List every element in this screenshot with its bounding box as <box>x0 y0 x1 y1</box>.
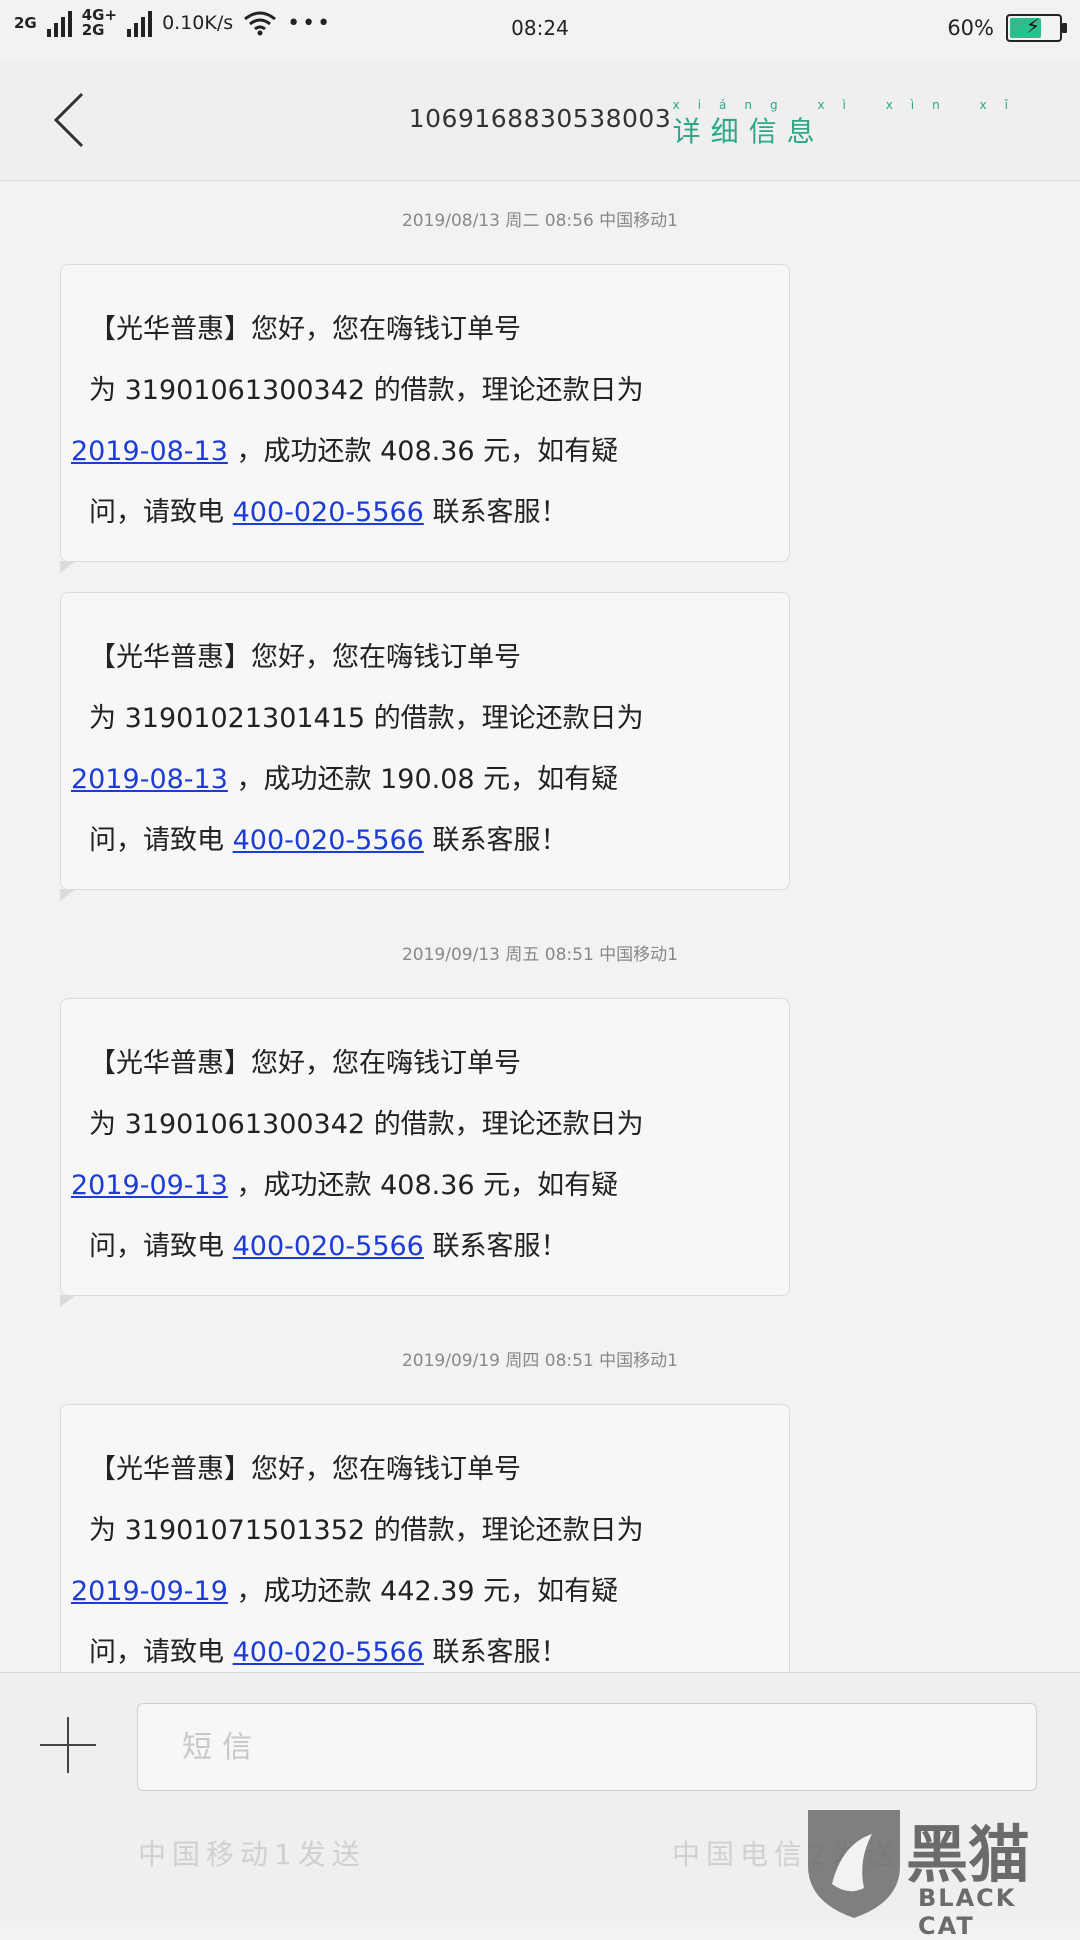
send-sim1-button[interactable]: 中国移动1发送 <box>138 1833 366 1873</box>
date-link[interactable]: 2019-09-13 <box>71 1170 228 1201</box>
status-bar: 2G 4G+ 2G 0.10K/s ••• 08:24 60% ⚡ <box>0 0 1080 58</box>
message-text: 为 <box>89 1109 116 1140</box>
message-timestamp: 2019/09/19 周四 08:51 中国移动1 <box>401 1351 678 1371</box>
message-text: 问，请致电 <box>89 825 224 856</box>
message-timestamp: 2019/08/13 周二 08:56 中国移动1 <box>401 211 678 231</box>
message-text: 问，请致电 <box>89 497 224 528</box>
message-line: 为 31901061300342 的借款，理论还款日为 <box>89 1094 789 1155</box>
message-text: ，成功还款 408.36 元，如有疑 <box>236 436 619 467</box>
message-line: 问，请致电 400-020-5566 联系客服！ <box>89 482 789 543</box>
message-text: ，成功还款 442.39 元，如有疑 <box>236 1576 619 1607</box>
phone-link[interactable]: 400-020-5566 <box>233 1637 424 1668</box>
message-line: 为 31901061300342 的借款，理论还款日为 <box>89 360 789 421</box>
message-line: 【光华普惠】您好，您在嗨钱订单号 <box>89 1454 521 1485</box>
phone-link[interactable]: 400-020-5566 <box>233 825 424 856</box>
message-bubble[interactable]: 【光华普惠】您好，您在嗨钱订单号 为 31901061300342 的借款，理论… <box>60 264 790 573</box>
date-link[interactable]: 2019-08-13 <box>71 436 228 467</box>
message-bubble[interactable]: 【光华普惠】您好，您在嗨钱订单号 为 31901021301415 的借款，理论… <box>60 592 790 901</box>
sms-input[interactable]: 短信 <box>137 1703 1037 1791</box>
message-text: 为 <box>89 1515 116 1546</box>
date-link[interactable]: 2019-08-13 <box>71 764 228 795</box>
message-text: 联系客服！ <box>432 825 568 856</box>
watermark-cn: 黑猫 <box>906 1818 1031 1891</box>
add-attachment-icon[interactable] <box>40 1717 96 1773</box>
message-line: 为 31901021301415 的借款，理论还款日为 <box>89 688 789 749</box>
sms-placeholder: 短信 <box>182 1730 262 1765</box>
message-line: 问，请致电 400-020-5566 联系客服！ <box>89 1216 789 1277</box>
message-line: 2019-09-19 ，成功还款 442.39 元，如有疑 <box>71 1561 789 1622</box>
message-bubble[interactable]: 【光华普惠】您好，您在嗨钱订单号 为 31901061300342 的借款，理论… <box>60 998 790 1307</box>
message-text: 联系客服！ <box>432 1637 568 1668</box>
message-text: 问，请致电 <box>89 1637 224 1668</box>
message-line: 2019-09-13 ，成功还款 408.36 元，如有疑 <box>71 1155 789 1216</box>
date-link[interactable]: 2019-09-19 <box>71 1576 228 1607</box>
message-line: 【光华普惠】您好，您在嗨钱订单号 <box>89 1048 521 1079</box>
message-text: ，成功还款 408.36 元，如有疑 <box>236 1170 619 1201</box>
message-line: 2019-08-13 ，成功还款 190.08 元，如有疑 <box>71 749 789 810</box>
message-timestamp: 2019/09/13 周五 08:51 中国移动1 <box>401 945 678 965</box>
clock: 08:24 <box>511 16 569 40</box>
battery-percent: 60% <box>947 16 994 40</box>
message-text: 的借款，理论还款日为 <box>373 703 644 734</box>
order-number: 31901061300342 <box>124 1109 366 1140</box>
message-line: 问，请致电 400-020-5566 联系客服！ <box>89 810 789 871</box>
status-right: 60% ⚡ <box>947 14 1067 42</box>
details-pinyin: xiáng xì xìn xī <box>672 98 1026 112</box>
message-text: 问，请致电 <box>89 1231 224 1262</box>
black-cat-watermark: 黑猫 BLACK CAT <box>802 1804 1072 1940</box>
battery-icon: ⚡ <box>1006 14 1067 42</box>
phone-link[interactable]: 400-020-5566 <box>233 497 424 528</box>
conversation-header: 1069168830538003 xiáng xì xìn xī 详细信息 <box>0 58 1080 181</box>
order-number: 31901071501352 <box>124 1515 366 1546</box>
message-text: 为 <box>89 703 116 734</box>
message-text: 的借款，理论还款日为 <box>373 1109 644 1140</box>
details-label: 详细信息 <box>672 115 825 148</box>
message-text: ，成功还款 190.08 元，如有疑 <box>236 764 619 795</box>
message-line: 为 31901071501352 的借款，理论还款日为 <box>89 1500 789 1561</box>
details-button[interactable]: xiáng xì xìn xī 详细信息 <box>673 98 1026 150</box>
phone-link[interactable]: 400-020-5566 <box>233 1231 424 1262</box>
message-line: 2019-08-13 ，成功还款 408.36 元，如有疑 <box>71 421 789 482</box>
message-line: 【光华普惠】您好，您在嗨钱订单号 <box>89 642 521 673</box>
cat-shield-icon <box>808 1810 900 1918</box>
watermark-en: BLACK CAT <box>918 1884 1017 1940</box>
message-text: 联系客服！ <box>432 497 568 528</box>
message-text: 的借款，理论还款日为 <box>373 375 644 406</box>
order-number: 31901021301415 <box>124 703 366 734</box>
message-bubble[interactable]: 【光华普惠】您好，您在嗨钱订单号 为 31901071501352 的借款，理论… <box>60 1404 790 1715</box>
message-line: 【光华普惠】您好，您在嗨钱订单号 <box>89 314 521 345</box>
order-number: 31901061300342 <box>124 375 366 406</box>
message-text: 联系客服！ <box>432 1231 568 1262</box>
message-text: 为 <box>89 375 116 406</box>
message-text: 的借款，理论还款日为 <box>373 1515 644 1546</box>
